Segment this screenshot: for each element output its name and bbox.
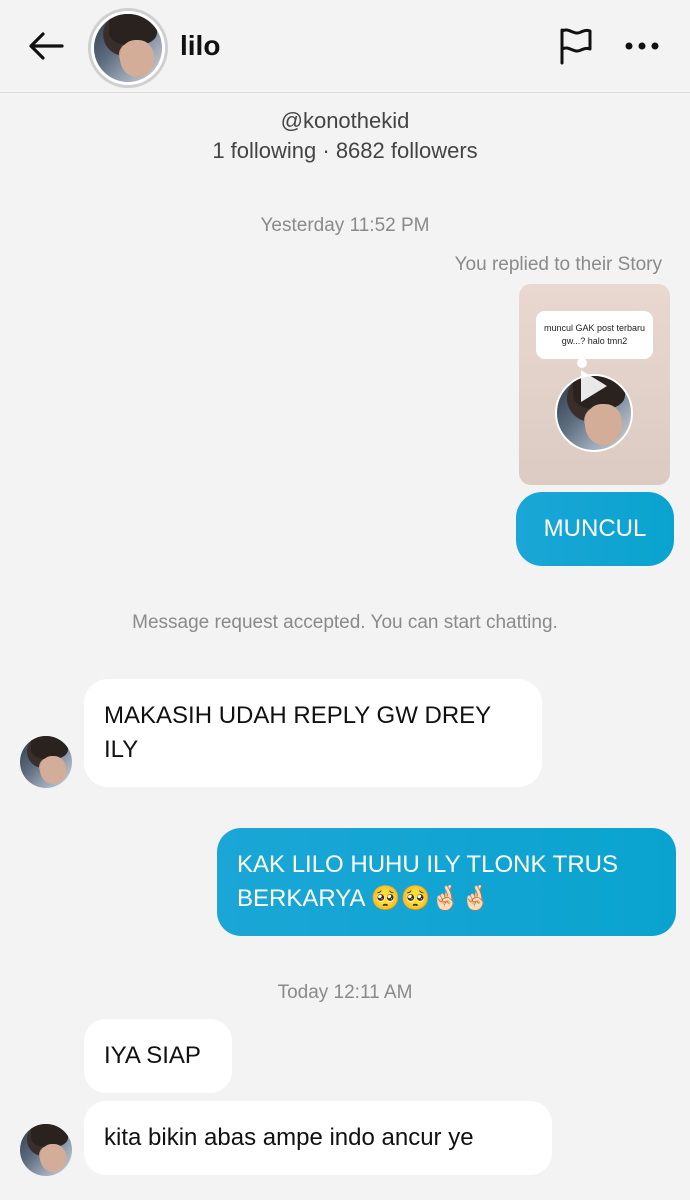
message-text: kita bikin abas ampe indo ancur ye xyxy=(104,1124,474,1151)
profile-handle[interactable]: @konothekid xyxy=(0,108,690,134)
message-bubble-incoming[interactable]: kita bikin abas ampe indo ancur ye xyxy=(84,1101,552,1175)
message-text: MUNCUL xyxy=(543,515,647,542)
more-options-button[interactable] xyxy=(618,22,666,70)
avatar-image xyxy=(94,14,162,82)
timestamp: Yesterday 11:52 PM xyxy=(260,215,430,236)
message-bubble-outgoing[interactable]: MUNCUL xyxy=(516,492,674,566)
message-bubble-outgoing[interactable]: KAK LILO HUHU ILY TLONK TRUS BERKARYA 🥺🥺… xyxy=(217,828,676,936)
sender-avatar[interactable] xyxy=(20,736,72,788)
message-text: MAKASIH UDAH REPLY GW DREY ILY xyxy=(104,702,491,763)
contact-name[interactable]: lilo xyxy=(180,30,220,62)
story-reply-note: You replied to their Story xyxy=(454,254,662,275)
chat-header: lilo xyxy=(0,0,690,93)
sender-avatar[interactable] xyxy=(20,1124,72,1176)
story-question-bubble: muncul GAK post terbaru gw...? halo tmn2 xyxy=(536,311,653,359)
more-horizontal-icon xyxy=(625,42,659,50)
story-bubble-tail xyxy=(577,358,587,368)
message-bubble-incoming[interactable]: MAKASIH UDAH REPLY GW DREY ILY xyxy=(84,679,542,787)
back-button[interactable] xyxy=(22,22,70,70)
system-message: Message request accepted. You can start … xyxy=(132,612,558,633)
message-text: KAK LILO HUHU ILY TLONK TRUS BERKARYA 🥺🥺… xyxy=(237,851,619,912)
report-button[interactable] xyxy=(552,22,600,70)
message-bubble-incoming[interactable]: IYA SIAP xyxy=(84,1019,232,1093)
story-thumbnail[interactable]: muncul GAK post terbaru gw...? halo tmn2 xyxy=(519,284,670,485)
arrow-left-icon xyxy=(29,32,64,60)
message-text: IYA SIAP xyxy=(104,1042,201,1069)
play-icon xyxy=(581,370,607,402)
flag-icon xyxy=(560,28,592,65)
profile-stats: 1 following · 8682 followers xyxy=(212,138,478,163)
contact-avatar[interactable] xyxy=(88,8,168,88)
timestamp: Today 12:11 AM xyxy=(277,982,413,1003)
